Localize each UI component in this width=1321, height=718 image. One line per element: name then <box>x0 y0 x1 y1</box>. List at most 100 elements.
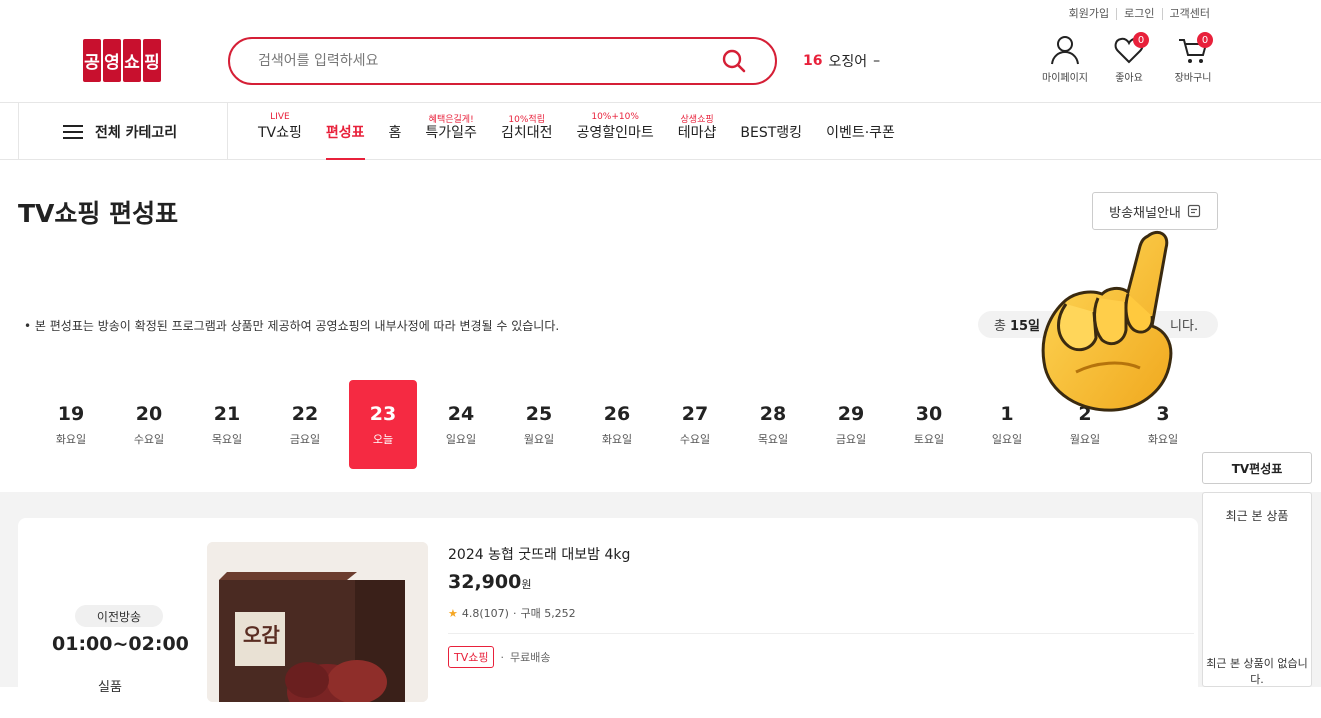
gnb-item-special-week[interactable]: 혜택은길게! 특가일주 <box>425 103 477 160</box>
gnb-item-best[interactable]: BEST랭킹 <box>740 103 802 160</box>
gnb-tag: 10%적립 <box>508 115 545 125</box>
gnb-label: BEST랭킹 <box>740 125 803 141</box>
mypage-button[interactable]: 마이페이지 <box>1041 34 1089 84</box>
rating-value: 4.8(107) <box>461 606 509 620</box>
gnb-label: 홈 <box>388 125 402 141</box>
gnb-menu: LIVE TV쇼핑 편성표 홈 혜택은길게! 특가일주 10%적립 김치대전 10%+… <box>258 103 895 160</box>
cart-label: 장바구니 <box>1174 73 1212 84</box>
tv-schedule-side-button[interactable]: TV편성표 <box>1202 452 1312 484</box>
date-item[interactable]: 30 토요일 <box>890 380 968 469</box>
document-icon <box>1187 204 1200 218</box>
date-item[interactable]: 1 일요일 <box>968 380 1046 469</box>
gnb-label: 김치대전 <box>500 125 553 141</box>
gnb-label: 테마샵 <box>677 125 717 141</box>
gnb-item-discount-mart[interactable]: 10%+10% 공영할인마트 <box>576 103 653 160</box>
date-item[interactable]: 24 일요일 <box>422 380 500 469</box>
logo-char: 핑 <box>143 39 161 82</box>
purchase-count: 구매 5,252 <box>520 607 576 620</box>
date-item[interactable]: 28 목요일 <box>734 380 812 469</box>
recent-products-title: 최근 본 상품 <box>1225 509 1289 523</box>
date-item[interactable]: 20 수요일 <box>110 380 188 469</box>
date-weekday: 수요일 <box>679 432 711 446</box>
product-image[interactable]: 오감 <box>207 542 428 702</box>
recent-products-empty: 최근 본 상품이 없습니다. <box>1206 657 1308 686</box>
broadcast-status-badge: 이전방송 <box>75 605 163 627</box>
page-title: TV쇼핑 편성표 <box>18 199 179 228</box>
date-day: 24 <box>447 402 475 425</box>
trending-keyword[interactable]: 16 오징어 – <box>803 51 880 71</box>
gnb-item-theme-shop[interactable]: 상생쇼핑 테마샵 <box>678 103 717 160</box>
gnb-tag: 혜택은길게! <box>428 115 474 125</box>
utility-links: 회원가입 로그인 고객센터 <box>1062 8 1217 20</box>
customer-center-link[interactable]: 고객센터 <box>1161 8 1217 20</box>
gnb-tag: LIVE <box>270 112 290 122</box>
date-day: 22 <box>291 402 319 425</box>
gnb-item-schedule[interactable]: 편성표 <box>325 103 365 160</box>
gnb-label: 편성표 <box>325 125 365 141</box>
date-weekday: 일요일 <box>445 432 477 446</box>
date-weekday: 목요일 <box>211 432 243 446</box>
broadcast-type: 실품 <box>98 680 122 695</box>
gnb-item-tvshopping[interactable]: LIVE TV쇼핑 <box>258 103 302 160</box>
logo-char: 공 <box>83 39 101 82</box>
divider <box>448 633 1194 634</box>
trending-rank: 16 <box>803 53 823 69</box>
date-day: 30 <box>915 402 943 425</box>
menu-icon <box>63 124 83 139</box>
search-input[interactable] <box>258 53 721 69</box>
product-price: 32,900원 <box>448 571 531 593</box>
pointing-hand-icon <box>1036 222 1186 418</box>
date-weekday: 화요일 <box>601 432 633 446</box>
date-weekday: 월요일 <box>1069 432 1101 446</box>
trending-text: 오징어 <box>828 54 868 70</box>
trending-change: – <box>873 53 881 69</box>
gnb-label: 공영할인마트 <box>576 125 654 141</box>
global-nav: 전체 카테고리 LIVE TV쇼핑 편성표 홈 혜택은길게! 특가일주 10%적립 김… <box>0 102 1321 160</box>
gnb-tag: 10%+10% <box>591 112 639 122</box>
gnb-label: 특가일주 <box>425 125 477 141</box>
user-icon <box>1051 36 1079 65</box>
channel-guide-label: 방송채널안내 <box>1109 205 1181 221</box>
cart-badge: 0 <box>1197 32 1213 48</box>
gnb-item-kimchi[interactable]: 10%적립 김치대전 <box>501 103 553 160</box>
date-day: 28 <box>759 402 787 425</box>
date-day: 26 <box>603 402 631 425</box>
date-day: 20 <box>135 402 163 425</box>
gnb-item-event[interactable]: 이벤트·쿠폰 <box>826 103 895 160</box>
product-rating: ★ 4.8(107) · 구매 5,252 <box>448 605 576 621</box>
date-item[interactable]: 26 화요일 <box>578 380 656 469</box>
date-weekday: 수요일 <box>133 432 165 446</box>
date-item[interactable]: 22 금요일 <box>266 380 344 469</box>
star-icon: ★ <box>448 606 458 620</box>
signup-link[interactable]: 회원가입 <box>1062 8 1116 20</box>
logo-char: 영 <box>103 39 121 82</box>
date-day: 1 <box>1000 402 1014 425</box>
date-day: 27 <box>681 402 709 425</box>
like-button[interactable]: 0 좋아요 <box>1105 32 1153 84</box>
date-weekday: 토요일 <box>913 432 945 446</box>
gnb-item-home[interactable]: 홈 <box>389 103 402 160</box>
date-item-selected[interactable]: 23 오늘 <box>349 380 417 469</box>
login-link[interactable]: 로그인 <box>1116 8 1161 20</box>
date-item[interactable]: 29 금요일 <box>812 380 890 469</box>
price-unit: 원 <box>521 578 532 591</box>
all-category-label: 전체 카테고리 <box>95 124 178 141</box>
product-tags: TV쇼핑 · 무료배송 <box>448 646 550 668</box>
product-name[interactable]: 2024 농협 굿뜨래 대보밤 4kg <box>448 544 630 564</box>
date-item[interactable]: 21 목요일 <box>188 380 266 469</box>
date-day: 23 <box>369 402 397 425</box>
date-item[interactable]: 25 월요일 <box>500 380 578 469</box>
all-category-button[interactable]: 전체 카테고리 <box>18 103 228 160</box>
date-weekday: 화요일 <box>55 432 87 446</box>
search-icon[interactable] <box>721 48 747 74</box>
date-item[interactable]: 27 수요일 <box>656 380 734 469</box>
date-weekday: 목요일 <box>757 432 789 446</box>
tv-shopping-tag: TV쇼핑 <box>448 646 495 668</box>
cart-button[interactable]: 0 장바구니 <box>1169 32 1217 84</box>
site-logo[interactable]: 공 영 쇼 핑 <box>83 39 161 82</box>
date-weekday: 오늘 <box>372 432 394 446</box>
dot-separator: · <box>500 650 504 664</box>
date-weekday: 금요일 <box>289 432 321 446</box>
date-item[interactable]: 19 화요일 <box>32 380 110 469</box>
dot-separator: · <box>512 606 517 620</box>
